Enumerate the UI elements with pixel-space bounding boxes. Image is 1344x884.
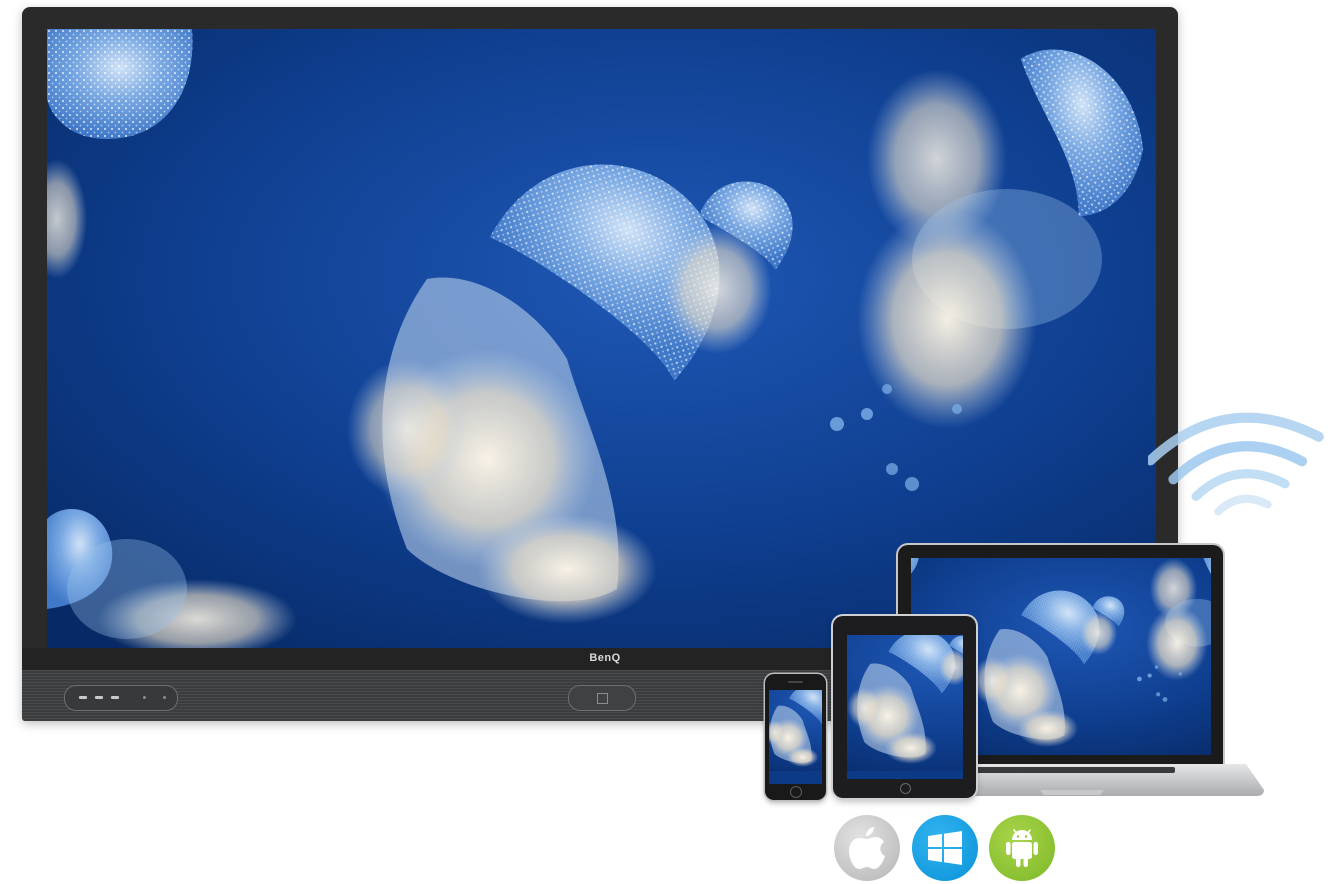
apple-icon <box>834 815 900 881</box>
nfc-sensor-pad[interactable] <box>568 685 636 711</box>
sensor-dot <box>163 696 166 699</box>
front-panel-buttons[interactable] <box>64 685 178 711</box>
phone-speaker <box>788 681 803 683</box>
wifi-icon <box>1145 398 1338 526</box>
phone-screen <box>769 690 822 784</box>
front-button[interactable] <box>79 696 87 699</box>
tablet-screen <box>847 635 963 779</box>
sensor-dot <box>143 696 146 699</box>
windows-icon <box>912 815 978 881</box>
brand-logo: BenQ <box>589 652 621 664</box>
jellyfish-wallpaper <box>847 635 963 775</box>
phone-home-button[interactable] <box>790 786 802 798</box>
tablet-home-button[interactable] <box>900 783 911 794</box>
nfc-icon <box>597 693 608 704</box>
front-button[interactable] <box>111 696 119 699</box>
android-icon <box>989 815 1055 881</box>
jellyfish-wallpaper <box>769 690 822 774</box>
front-button[interactable] <box>95 696 103 699</box>
